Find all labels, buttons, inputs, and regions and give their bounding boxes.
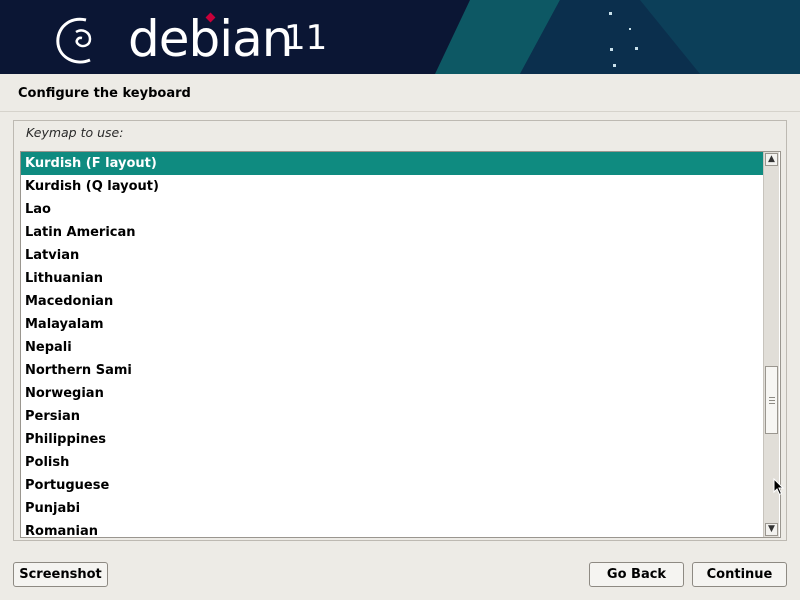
keymap-option[interactable]: Kurdish (F layout) <box>21 152 763 175</box>
keymap-option[interactable]: Persian <box>21 405 763 428</box>
keymap-option[interactable]: Polish <box>21 451 763 474</box>
keymap-option[interactable]: Malayalam <box>21 313 763 336</box>
keymap-list[interactable]: Kurdish (F layout) Kurdish (Q layout) Lao L… <box>20 151 781 538</box>
banner-decoration <box>435 0 800 74</box>
keymap-option[interactable]: Lithuanian <box>21 267 763 290</box>
scroll-down-icon[interactable]: ▼ <box>765 523 778 536</box>
keymap-option[interactable]: Punjabi <box>21 497 763 520</box>
keymap-option[interactable]: Latin American <box>21 221 763 244</box>
keymap-option[interactable]: Norwegian <box>21 382 763 405</box>
keymap-option[interactable]: Macedonian <box>21 290 763 313</box>
scrollbar-thumb[interactable] <box>765 366 778 434</box>
version-number: 11 <box>284 18 328 58</box>
keymap-label: Keymap to use: <box>26 125 124 140</box>
mouse-pointer-icon <box>773 478 785 496</box>
keymap-option[interactable]: Kurdish (Q layout) <box>21 175 763 198</box>
keymap-option[interactable]: Portuguese <box>21 474 763 497</box>
divider <box>0 111 800 112</box>
screenshot-button[interactable]: Screenshot <box>13 562 108 587</box>
page-title: Configure the keyboard <box>18 86 191 101</box>
debian-swirl-icon <box>56 17 92 64</box>
keymap-option[interactable]: Romanian <box>21 520 763 537</box>
continue-button[interactable]: Continue <box>692 562 787 587</box>
keymap-option[interactable]: Lao <box>21 198 763 221</box>
keymap-option[interactable]: Latvian <box>21 244 763 267</box>
scroll-up-icon[interactable]: ▲ <box>765 153 778 166</box>
keymap-option[interactable]: Northern Sami <box>21 359 763 382</box>
go-back-button[interactable]: Go Back <box>589 562 684 587</box>
keymap-option[interactable]: Nepali <box>21 336 763 359</box>
keymap-option[interactable]: Philippines <box>21 428 763 451</box>
header-banner: debian 11 <box>0 0 800 74</box>
